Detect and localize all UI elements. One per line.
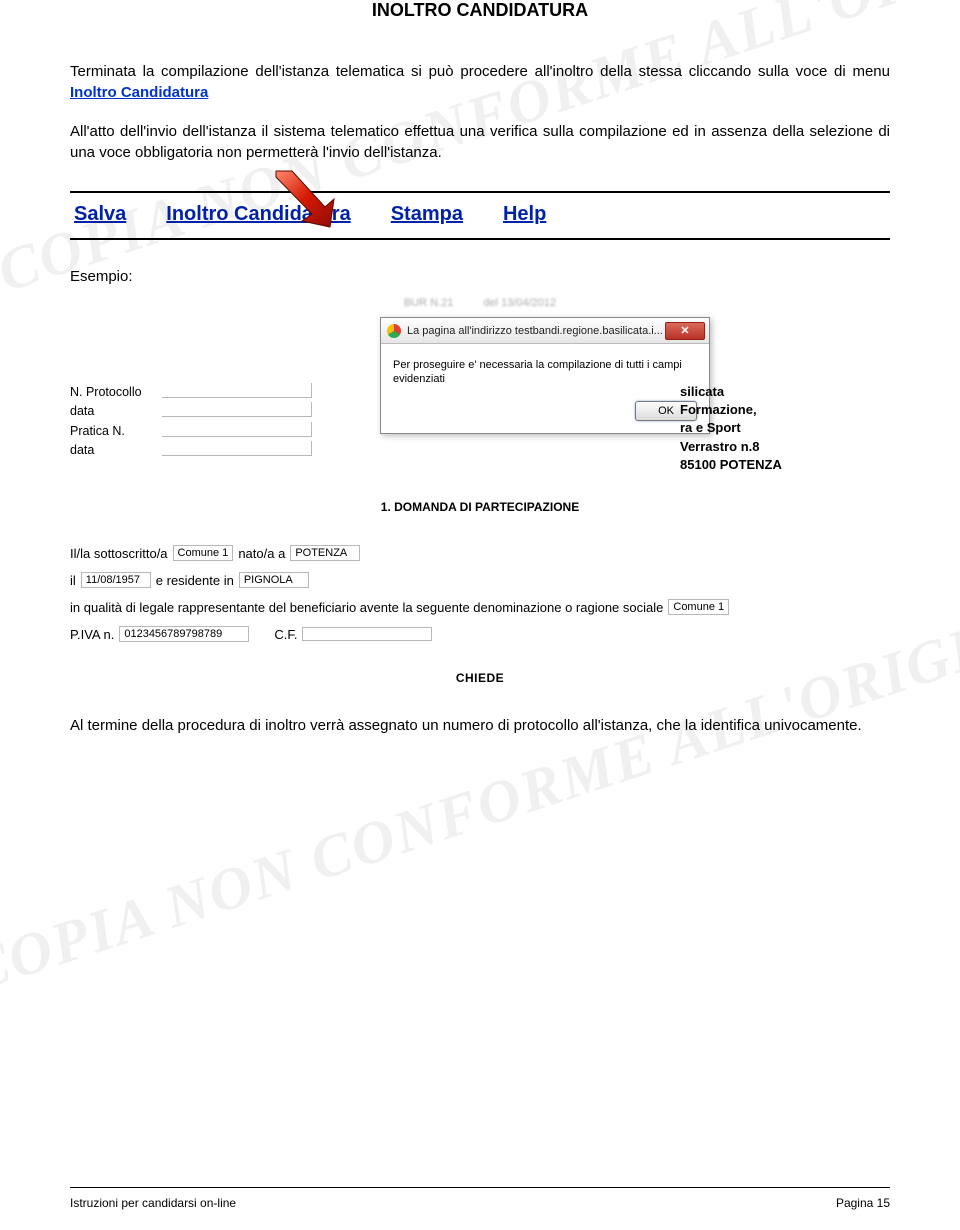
label-data-1: data xyxy=(70,402,160,421)
bur-header: BUR N.21 del 13/04/2012 xyxy=(404,297,556,309)
label-protocollo: N. Protocollo xyxy=(70,383,160,402)
section-heading: 1. DOMANDA DI PARTECIPAZIONE xyxy=(381,500,579,514)
example-label: Esempio: xyxy=(70,268,890,285)
intro-text: Terminata la compilazione dell'istanza t… xyxy=(70,63,890,80)
menu-help[interactable]: Help xyxy=(503,203,546,226)
label-pratica: Pratica N. xyxy=(70,422,160,441)
footer-right: Pagina 15 xyxy=(836,1196,890,1210)
form-line-4: P.IVA n. 0123456789798789 C.F. xyxy=(70,626,890,642)
page-footer: Istruzioni per candidarsi on-line Pagina… xyxy=(70,1196,890,1210)
intro-paragraph-2: All'atto dell'invio dell'istanza il sist… xyxy=(70,121,890,163)
closing-paragraph: Al termine della procedura di inoltro ve… xyxy=(70,715,890,736)
field-data-2 xyxy=(162,441,312,456)
form-line-2: il 11/08/1957 e residente in PIGNOLA xyxy=(70,572,890,588)
input-nato[interactable]: POTENZA xyxy=(290,545,360,561)
input-data-nascita[interactable]: 11/08/1957 xyxy=(81,572,151,588)
bur-left: BUR N.21 xyxy=(404,297,454,309)
label-data-2: data xyxy=(70,441,160,460)
label-qualita: in qualità di legale rappresentante del … xyxy=(70,600,663,615)
menu-toolbar: Salva Inoltro Candidatura Stampa Help xyxy=(70,191,890,240)
input-cf[interactable] xyxy=(302,627,432,641)
dialog-title: La pagina all'indirizzo testbandi.region… xyxy=(407,325,665,337)
input-residente[interactable]: PIGNOLA xyxy=(239,572,309,588)
addr-line-4: Verrastro n.8 xyxy=(680,438,890,456)
inoltro-candidatura-link[interactable]: Inoltro Candidatura xyxy=(70,84,208,101)
chrome-icon xyxy=(387,324,401,338)
form-line-3: in qualità di legale rappresentante del … xyxy=(70,599,890,615)
dialog-message: Per proseguire e' necessaria la compilaz… xyxy=(393,358,697,387)
field-protocollo xyxy=(162,383,312,398)
chiede-label: CHIEDE xyxy=(456,671,504,682)
label-il: il xyxy=(70,573,76,588)
label-sottoscritto: Il/la sottoscritto/a xyxy=(70,546,168,561)
label-piva: P.IVA n. xyxy=(70,627,114,642)
addr-line-1: silicata xyxy=(680,383,890,401)
dialog-titlebar: La pagina all'indirizzo testbandi.region… xyxy=(381,318,709,344)
label-nato: nato/a a xyxy=(238,546,285,561)
form-line-1: Il/la sottoscritto/a Comune 1 nato/a a P… xyxy=(70,545,890,561)
menu-stampa[interactable]: Stampa xyxy=(391,203,463,226)
input-piva[interactable]: 0123456789798789 xyxy=(119,626,249,642)
bur-right: del 13/04/2012 xyxy=(483,297,556,309)
addr-line-2: Formazione, xyxy=(680,401,890,419)
field-pratica xyxy=(162,422,312,437)
close-icon: ✕ xyxy=(680,324,689,337)
red-arrow-icon xyxy=(270,169,340,229)
addr-line-5: 85100 POTENZA xyxy=(680,456,890,474)
close-button[interactable]: ✕ xyxy=(665,322,705,340)
field-data-1 xyxy=(162,402,312,417)
intro-paragraph-1: Terminata la compilazione dell'istanza t… xyxy=(70,61,890,103)
addr-line-3: ra e Sport xyxy=(680,419,890,437)
footer-divider xyxy=(70,1187,890,1188)
example-screenshot: BUR N.21 del 13/04/2012 La pagina all'in… xyxy=(70,295,890,695)
footer-left: Istruzioni per candidarsi on-line xyxy=(70,1196,236,1210)
page-title: INOLTRO CANDIDATURA xyxy=(70,0,890,21)
input-sottoscritto[interactable]: Comune 1 xyxy=(173,545,234,561)
label-cf: C.F. xyxy=(274,627,297,642)
protocol-block: N. Protocollo data Pratica N. data xyxy=(70,383,312,461)
menu-salva[interactable]: Salva xyxy=(74,203,126,226)
input-ragione[interactable]: Comune 1 xyxy=(668,599,729,615)
label-residente: e residente in xyxy=(156,573,234,588)
alert-dialog: La pagina all'indirizzo testbandi.region… xyxy=(380,317,710,434)
address-block: silicata Formazione, ra e Sport Verrastr… xyxy=(680,383,890,474)
